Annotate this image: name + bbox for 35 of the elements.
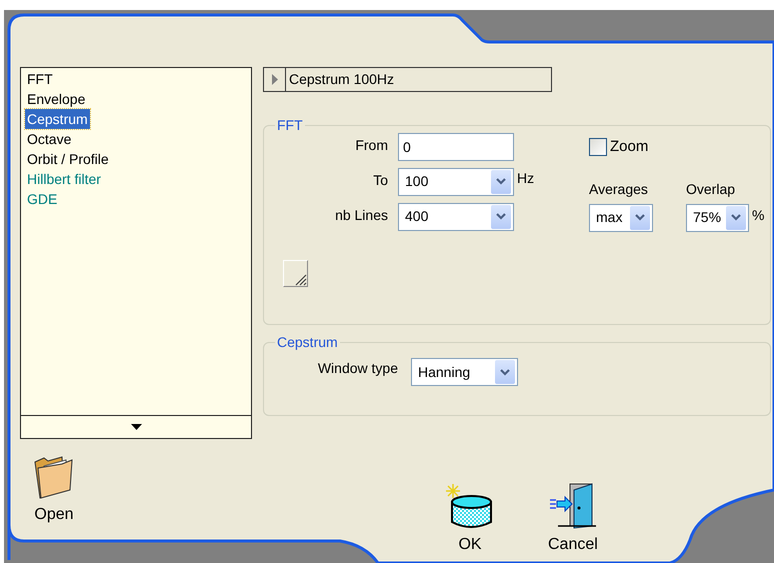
window-type-dropdown[interactable]: Hanning — [411, 358, 518, 386]
window-type-label: Window type — [316, 359, 398, 378]
list-item[interactable]: Envelope — [25, 89, 88, 109]
list-item[interactable]: Hillbert filter — [25, 169, 103, 189]
ok-button[interactable]: OK — [446, 484, 494, 554]
averages-dropdown[interactable]: max — [589, 204, 653, 232]
open-button[interactable]: Open — [32, 454, 76, 524]
list-item[interactable]: Orbit / Profile — [25, 149, 111, 169]
overlap-dropdown[interactable]: 75% — [686, 204, 749, 232]
group-title: Cepstrum — [276, 334, 339, 350]
field-label: From — [354, 136, 388, 155]
resize-grip-icon — [294, 272, 307, 286]
list-item[interactable]: GDE — [25, 189, 60, 209]
door-icon — [550, 482, 596, 530]
overlap-label: Overlap — [686, 180, 736, 199]
scroll-down-icon[interactable] — [130, 424, 142, 430]
zoom-checkbox[interactable] — [589, 138, 607, 156]
unit-label: % — [752, 206, 764, 224]
dropdown-field[interactable]: 100 — [398, 168, 514, 196]
grip-button[interactable] — [283, 260, 308, 286]
field-label: nb Lines — [334, 206, 388, 225]
dropdown-field[interactable]: 400 — [398, 202, 514, 231]
list-item[interactable]: Octave — [25, 129, 74, 149]
group-title: FFT — [276, 117, 304, 133]
cancel-button[interactable]: Cancel — [548, 482, 598, 554]
database-icon — [446, 484, 494, 530]
caret-right-icon — [270, 74, 278, 85]
preset-title: Cepstrum 100Hz — [288, 70, 394, 89]
list-item[interactable]: FFT — [25, 69, 55, 89]
field-label: To — [372, 170, 388, 190]
checkbox-label: Zoom — [610, 137, 648, 157]
averages-label: Averages — [589, 180, 649, 199]
list-item[interactable]: Cepstrum — [25, 109, 90, 129]
unit-label: Hz — [517, 168, 536, 188]
input-field[interactable]: 0 — [398, 133, 514, 161]
